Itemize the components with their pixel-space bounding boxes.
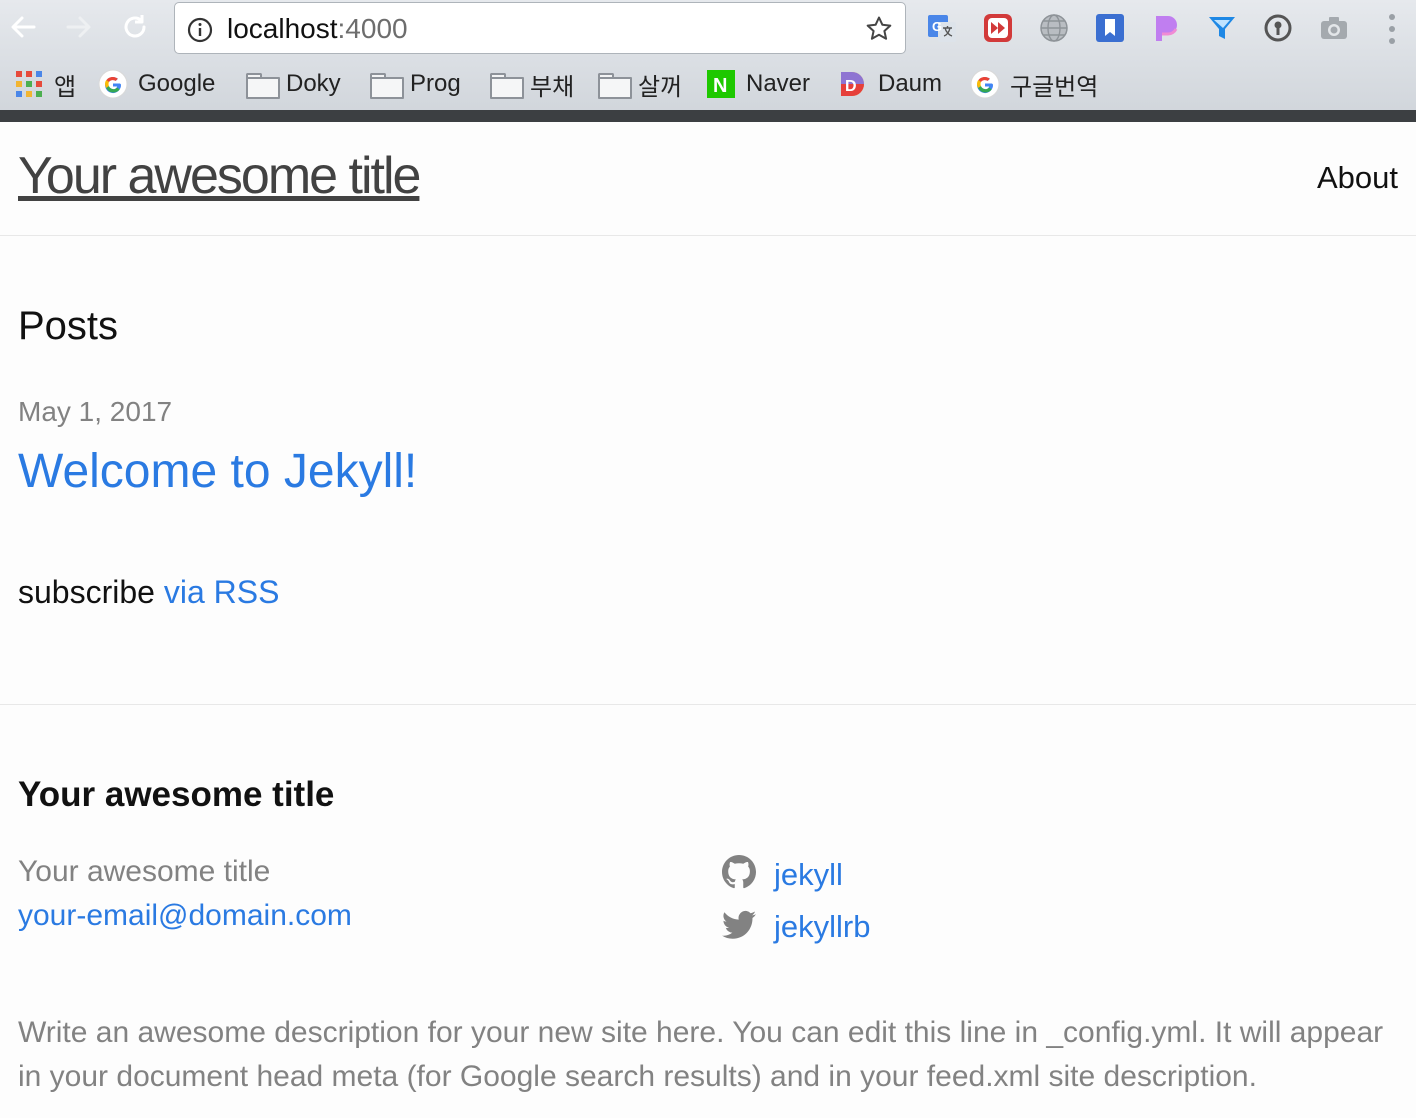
bookmark-folder-debt[interactable]: 부채 xyxy=(490,68,575,101)
github-link[interactable]: jekyll xyxy=(722,855,843,894)
footer-email-link[interactable]: your-email@domain.com xyxy=(18,899,352,933)
twitter-username: jekyllrb xyxy=(774,909,871,944)
address-bar[interactable]: localhost:4000 xyxy=(174,2,906,54)
apps-grid-icon xyxy=(14,70,44,98)
bookmark-naver[interactable]: N Naver xyxy=(706,68,810,100)
back-button[interactable] xyxy=(8,12,38,42)
github-username: jekyll xyxy=(774,856,843,892)
bookmark-daum[interactable]: D Daum xyxy=(838,68,942,100)
p-extension-icon[interactable] xyxy=(1148,10,1184,46)
naver-glyph: N xyxy=(713,75,727,97)
google-g-icon xyxy=(970,69,1000,99)
funnel-extension-icon[interactable] xyxy=(1204,10,1240,46)
fast-forward-extension-icon[interactable] xyxy=(980,10,1016,46)
github-icon xyxy=(722,855,756,894)
post-date: May 1, 2017 xyxy=(18,396,173,427)
folder-icon xyxy=(598,70,632,99)
password-key-icon[interactable] xyxy=(1260,10,1296,46)
nav-about-link[interactable]: About xyxy=(1317,160,1398,196)
chrome-divider xyxy=(0,110,1416,122)
post-title-link[interactable]: Welcome to Jekyll! xyxy=(18,444,417,499)
twitter-icon xyxy=(722,910,756,945)
globe-icon[interactable] xyxy=(1036,10,1072,46)
footer-heading: Your awesome title xyxy=(18,775,335,814)
bookmark-folder-buy[interactable]: 살꺼 xyxy=(598,68,683,101)
naver-icon: N xyxy=(706,70,736,98)
rss-prefix: subscribe xyxy=(18,574,155,610)
bookmark-extension-icon[interactable] xyxy=(1092,10,1128,46)
google-translate-icon[interactable]: G xyxy=(924,10,960,46)
more-menu-icon[interactable] xyxy=(1384,14,1400,44)
reload-icon xyxy=(124,15,146,38)
bookmark-google-translate[interactable]: 구글번역 xyxy=(970,68,1099,101)
daum-icon: D xyxy=(838,70,868,98)
translate-glyph: G xyxy=(932,19,942,34)
bookmark-label: Prog xyxy=(410,70,461,97)
url-port: :4000 xyxy=(337,13,408,44)
bookmark-label: Daum xyxy=(878,70,943,97)
posts-heading: Posts xyxy=(18,304,119,348)
forward-button[interactable] xyxy=(64,12,94,42)
google-g-icon xyxy=(98,69,128,99)
reload-button[interactable] xyxy=(120,12,150,42)
bookmark-folder-prog[interactable]: Prog xyxy=(370,68,461,100)
site-footer: Your awesome title Your awesome title yo… xyxy=(0,704,1416,1118)
bookmark-apps[interactable]: 앱 xyxy=(14,68,77,101)
url-host: localhost xyxy=(227,13,338,44)
site-title-link[interactable]: Your awesome title xyxy=(18,146,421,206)
footer-site-name: Your awesome title xyxy=(18,855,271,888)
bookmark-google[interactable]: Google xyxy=(98,68,215,100)
site-header: Your awesome title About xyxy=(0,122,1416,236)
folder-icon xyxy=(370,70,404,99)
arrow-right-icon xyxy=(66,16,91,38)
bookmark-label: Naver xyxy=(746,70,811,97)
bookmarks-bar: 앱 Google Doky Prog 부채 살꺼 N Naver D Daum … xyxy=(0,60,1416,108)
bookmark-folder-doky[interactable]: Doky xyxy=(246,68,341,100)
folder-icon xyxy=(490,70,524,99)
site-info-icon[interactable] xyxy=(187,17,213,48)
bookmark-label: 부채 xyxy=(530,73,575,101)
camera-icon[interactable] xyxy=(1316,10,1352,46)
arrow-left-icon xyxy=(11,16,36,38)
rss-link[interactable]: via RSS xyxy=(164,574,280,610)
footer-description: Write an awesome description for your ne… xyxy=(18,1016,1384,1093)
bookmark-label: Doky xyxy=(286,70,341,97)
rss-subscribe: subscribe via RSS xyxy=(18,574,279,611)
bookmark-label: 앱 xyxy=(54,73,77,101)
bookmark-label: Google xyxy=(138,70,216,97)
twitter-link[interactable]: jekyllrb xyxy=(722,909,870,945)
folder-icon xyxy=(246,70,280,99)
browser-chrome: localhost:4000 G 앱 Google Doky Prog 부채 살… xyxy=(0,0,1416,122)
star-bookmark-icon[interactable] xyxy=(865,15,893,48)
bookmark-label: 살꺼 xyxy=(638,73,683,101)
address-url[interactable]: localhost:4000 xyxy=(227,13,408,45)
daum-glyph: D xyxy=(845,78,857,95)
bookmark-label: 구글번역 xyxy=(1010,73,1099,101)
